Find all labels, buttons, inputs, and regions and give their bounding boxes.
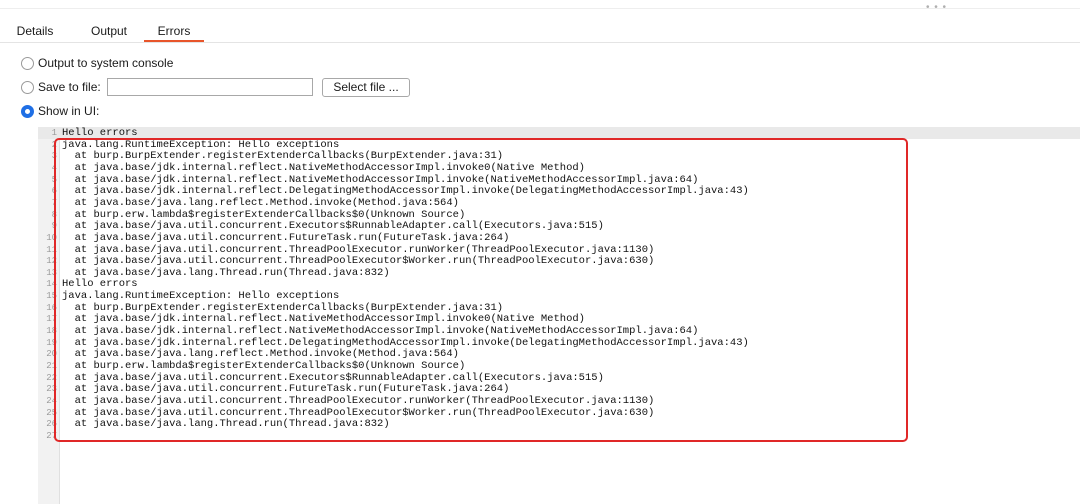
errors-text-area[interactable]: 1 Hello errors 2 java.lang.RuntimeException… bbox=[38, 127, 1080, 504]
line-number: 21 bbox=[46, 361, 57, 371]
line-number: 6 bbox=[51, 186, 57, 196]
line-text: java.lang.RuntimeException: Hello except… bbox=[62, 290, 340, 302]
show-in-ui-radio[interactable] bbox=[21, 104, 34, 118]
line-text: at burp.BurpExtender.registerExtenderCal… bbox=[62, 150, 504, 162]
line-text: at java.base/java.util.concurrent.Thread… bbox=[62, 395, 655, 407]
line-number: 26 bbox=[46, 419, 57, 429]
line-text: at java.base/jdk.internal.reflect.Native… bbox=[62, 325, 699, 337]
line-number: 15 bbox=[46, 291, 57, 301]
line-text: at java.base/jdk.internal.reflect.Native… bbox=[62, 313, 585, 325]
line-text: at java.base/java.util.concurrent.Future… bbox=[62, 232, 510, 244]
line-number: 23 bbox=[46, 384, 57, 394]
file-path-input[interactable] bbox=[107, 78, 313, 96]
line-text: at java.base/java.util.concurrent.Execut… bbox=[62, 220, 604, 232]
line-text: at java.base/java.lang.reflect.Method.in… bbox=[62, 197, 459, 209]
line-text: at java.base/java.util.concurrent.Thread… bbox=[62, 255, 655, 267]
line-text: at burp.erw.lambda$registerExtenderCallb… bbox=[62, 360, 466, 372]
line-text: at java.base/java.lang.reflect.Method.in… bbox=[62, 348, 459, 360]
line-number: 3 bbox=[51, 151, 57, 161]
show-in-ui-label: Show in UI: bbox=[38, 104, 100, 118]
line-number: 4 bbox=[51, 163, 57, 173]
line-number: 20 bbox=[46, 349, 57, 359]
line-text: at java.base/java.lang.Thread.run(Thread… bbox=[62, 418, 390, 430]
option-system-console[interactable]: Output to system console bbox=[21, 54, 173, 72]
line-number: 7 bbox=[51, 198, 57, 208]
line-number: 14 bbox=[46, 279, 57, 289]
option-show-in-ui[interactable]: Show in UI: bbox=[21, 102, 99, 120]
system-console-radio[interactable] bbox=[21, 56, 34, 70]
tab-bar: Details Output Errors bbox=[0, 18, 1080, 43]
line-number: 9 bbox=[51, 221, 57, 231]
line-number: 1 bbox=[51, 128, 57, 138]
line-text: at java.base/jdk.internal.reflect.Delega… bbox=[62, 185, 749, 197]
tab-output[interactable]: Output bbox=[84, 24, 134, 42]
code-line: 1 Hello errors bbox=[38, 127, 1080, 139]
save-to-file-label: Save to file: bbox=[38, 80, 101, 94]
window-top-strip: • • • bbox=[0, 0, 1080, 13]
option-save-to-file[interactable]: Save to file: bbox=[21, 78, 101, 96]
tab-details[interactable]: Details bbox=[10, 24, 60, 42]
tab-errors[interactable]: Errors bbox=[144, 24, 204, 42]
line-number: 12 bbox=[46, 256, 57, 266]
system-console-label: Output to system console bbox=[38, 56, 174, 70]
line-number: 18 bbox=[46, 326, 57, 336]
line-text: at java.base/java.util.concurrent.Future… bbox=[62, 383, 510, 395]
line-number: 17 bbox=[46, 314, 57, 324]
drag-handle-icon[interactable]: • • • bbox=[926, 2, 947, 13]
line-number: 10 bbox=[46, 233, 57, 243]
line-text: at java.base/jdk.internal.reflect.Native… bbox=[62, 162, 585, 174]
line-text: Hello errors bbox=[62, 127, 138, 139]
select-file-button[interactable]: Select file ... bbox=[322, 78, 410, 97]
line-number: 24 bbox=[46, 396, 57, 406]
line-text: Hello errors bbox=[62, 278, 138, 290]
line-number: 27 bbox=[46, 431, 57, 441]
save-to-file-radio[interactable] bbox=[21, 80, 34, 94]
